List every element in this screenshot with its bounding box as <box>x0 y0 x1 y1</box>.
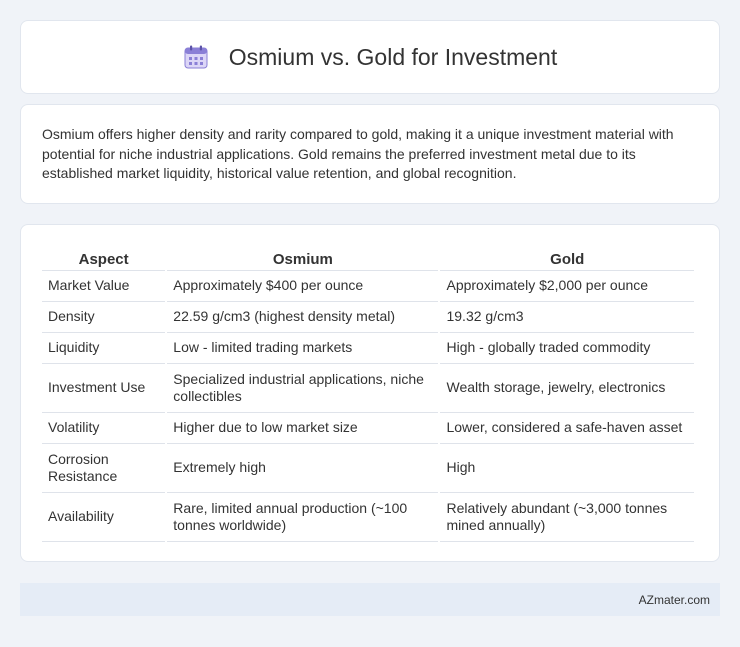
aspect-cell: Market Value <box>42 271 166 302</box>
table-row: Density 22.59 g/cm3 (highest density met… <box>42 302 694 333</box>
osmium-cell: Higher due to low market size <box>167 413 439 444</box>
column-header-osmium: Osmium <box>167 245 439 271</box>
summary-text: Osmium offers higher density and rarity … <box>42 126 674 181</box>
aspect-cell: Corrosion Resistance <box>42 444 166 493</box>
gold-cell: High - globally traded commodity <box>440 333 694 364</box>
title-wrap: Osmium vs. Gold for Investment <box>183 44 557 71</box>
footer-site-link[interactable]: AZmater.com <box>639 593 710 607</box>
comparison-table-card: Aspect Osmium Gold Market Value Approxim… <box>20 224 720 562</box>
aspect-cell: Density <box>42 302 166 333</box>
osmium-cell: 22.59 g/cm3 (highest density metal) <box>167 302 439 333</box>
table-row: Corrosion Resistance Extremely high High <box>42 444 694 493</box>
column-header-aspect: Aspect <box>42 245 166 271</box>
osmium-cell: Extremely high <box>167 444 439 493</box>
table-row: Market Value Approximately $400 per ounc… <box>42 271 694 302</box>
comparison-table: Aspect Osmium Gold Market Value Approxim… <box>40 245 696 542</box>
title-card: Osmium vs. Gold for Investment <box>20 20 720 94</box>
aspect-cell: Availability <box>42 493 166 542</box>
gold-cell: Lower, considered a safe-haven asset <box>440 413 694 444</box>
table-row: Availability Rare, limited annual produc… <box>42 493 694 542</box>
gold-cell: Wealth storage, jewelry, electronics <box>440 364 694 413</box>
aspect-cell: Liquidity <box>42 333 166 364</box>
aspect-cell: Investment Use <box>42 364 166 413</box>
osmium-cell: Specialized industrial applications, nic… <box>167 364 439 413</box>
footer: AZmater.com <box>20 583 720 616</box>
column-header-gold: Gold <box>440 245 694 271</box>
table-row: Volatility Higher due to low market size… <box>42 413 694 444</box>
aspect-cell: Volatility <box>42 413 166 444</box>
summary-card: Osmium offers higher density and rarity … <box>20 104 720 204</box>
gold-cell: Relatively abundant (~3,000 tonnes mined… <box>440 493 694 542</box>
table-row: Liquidity Low - limited trading markets … <box>42 333 694 364</box>
osmium-cell: Rare, limited annual production (~100 to… <box>167 493 439 542</box>
table-row: Investment Use Specialized industrial ap… <box>42 364 694 413</box>
page-title: Osmium vs. Gold for Investment <box>228 43 558 70</box>
gold-cell: High <box>440 444 694 493</box>
calendar-icon <box>183 44 209 70</box>
osmium-cell: Approximately $400 per ounce <box>167 271 439 302</box>
gold-cell: 19.32 g/cm3 <box>440 302 694 333</box>
osmium-cell: Low - limited trading markets <box>167 333 439 364</box>
gold-cell: Approximately $2,000 per ounce <box>440 271 694 302</box>
table-header-row: Aspect Osmium Gold <box>42 245 694 271</box>
